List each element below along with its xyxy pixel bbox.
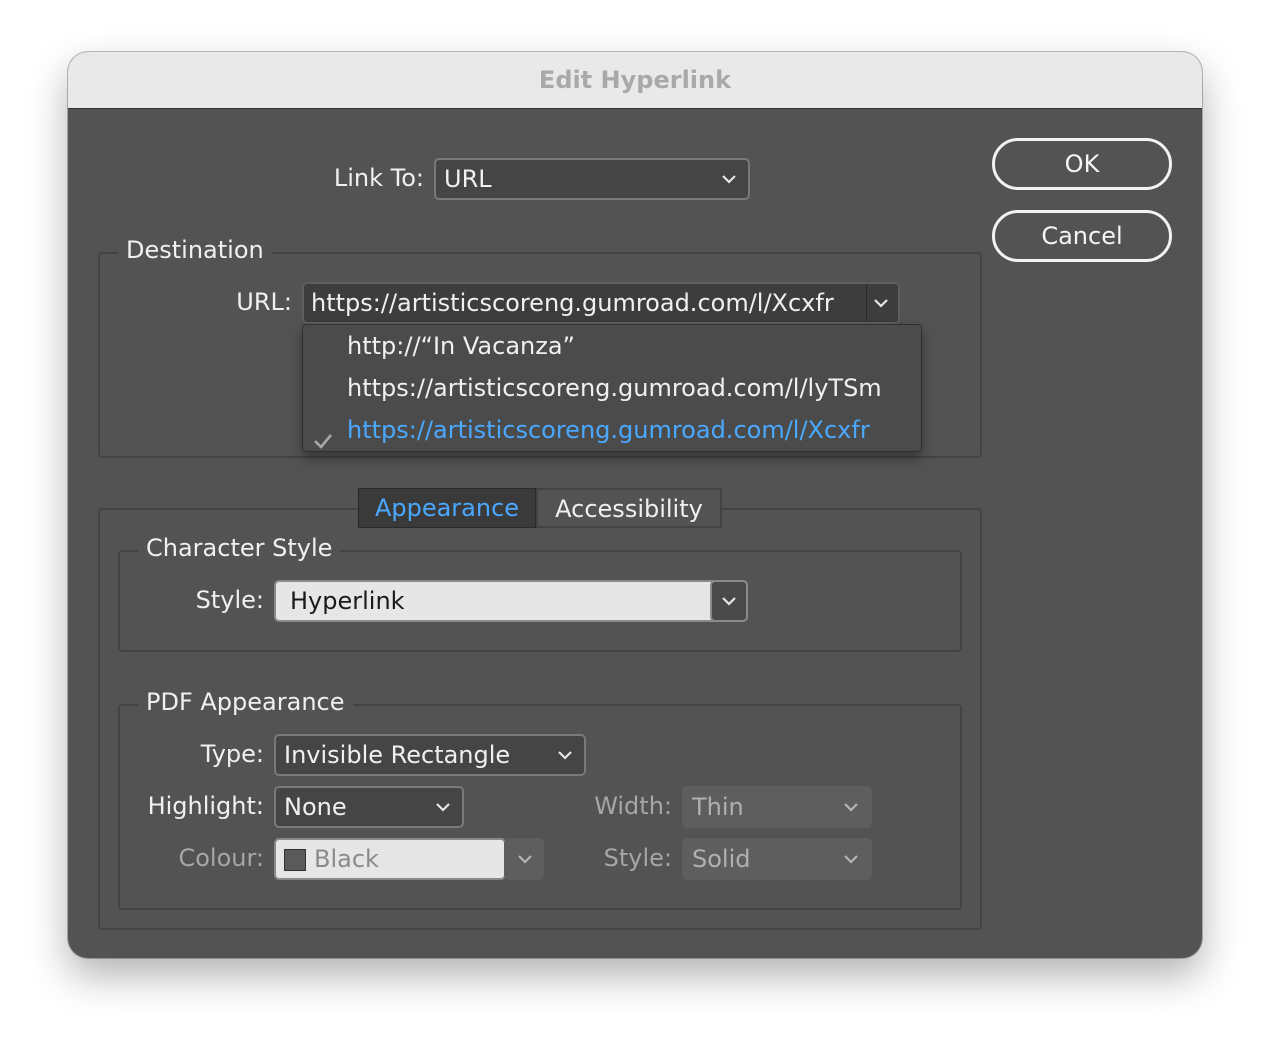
menu-item-label: https://artisticscoreng.gumroad.com/l/ly… (347, 374, 882, 402)
highlight-value: None (284, 793, 347, 821)
url-dropdown-menu: http://“In Vacanza” https://artisticscor… (302, 324, 922, 452)
ok-button[interactable]: OK (992, 138, 1172, 190)
line-style-value: Solid (692, 845, 751, 873)
cancel-button[interactable]: Cancel (992, 210, 1172, 262)
chevron-down-icon (720, 172, 738, 186)
type-label: Type: (200, 740, 264, 768)
chevron-down-icon (720, 594, 738, 608)
edit-hyperlink-dialog: Edit Hyperlink OK Cancel Link To: URL De… (68, 52, 1202, 958)
highlight-select[interactable]: None (274, 786, 464, 828)
colour-select[interactable]: Black (274, 838, 506, 880)
type-select[interactable]: Invisible Rectangle (274, 734, 586, 776)
character-style-value: Hyperlink (290, 587, 405, 615)
line-style-label: Style: (603, 844, 672, 872)
dialog-title: Edit Hyperlink (68, 52, 1202, 109)
url-label: URL: (236, 288, 292, 316)
destination-legend: Destination (118, 236, 272, 264)
link-to-label: Link To: (333, 164, 424, 192)
character-style-select[interactable]: Hyperlink (274, 580, 748, 622)
chevron-down-icon (516, 852, 534, 866)
colour-swatch (284, 849, 306, 871)
tab-appearance[interactable]: Appearance (358, 488, 536, 528)
character-style-legend: Character Style (138, 534, 341, 562)
colour-label: Colour: (178, 844, 264, 872)
chevron-down-icon (556, 748, 574, 762)
width-label: Width: (594, 792, 672, 820)
pdf-appearance-legend: PDF Appearance (138, 688, 353, 716)
type-value: Invisible Rectangle (284, 741, 511, 769)
colour-dropdown-button[interactable] (504, 838, 544, 880)
style-label: Style: (195, 586, 264, 614)
menu-item-label: https://artisticscoreng.gumroad.com/l/Xc… (347, 416, 870, 444)
menu-item[interactable]: http://“In Vacanza” (303, 325, 921, 367)
url-dropdown-chevron-icon[interactable] (872, 296, 890, 310)
menu-item-selected[interactable]: https://artisticscoreng.gumroad.com/l/Xc… (303, 409, 921, 451)
menu-item-label: http://“In Vacanza” (347, 332, 575, 360)
colour-value: Black (314, 845, 379, 873)
width-select[interactable]: Thin (682, 786, 872, 828)
url-divider (866, 284, 867, 322)
checkmark-icon (313, 421, 333, 449)
chevron-down-icon (842, 852, 860, 866)
url-value: https://artisticscoreng.gumroad.com/l/Xc… (311, 289, 834, 317)
url-input[interactable]: https://artisticscoreng.gumroad.com/l/Xc… (302, 282, 900, 324)
chevron-down-icon (842, 800, 860, 814)
chevron-down-icon (434, 800, 452, 814)
tab-accessibility[interactable]: Accessibility (536, 488, 722, 528)
menu-item[interactable]: https://artisticscoreng.gumroad.com/l/ly… (303, 367, 921, 409)
highlight-label: Highlight: (147, 792, 264, 820)
character-style-dropdown-button[interactable] (710, 580, 748, 622)
line-style-select[interactable]: Solid (682, 838, 872, 880)
link-to-select[interactable]: URL (434, 158, 750, 200)
width-value: Thin (692, 793, 744, 821)
link-to-value: URL (444, 165, 492, 193)
